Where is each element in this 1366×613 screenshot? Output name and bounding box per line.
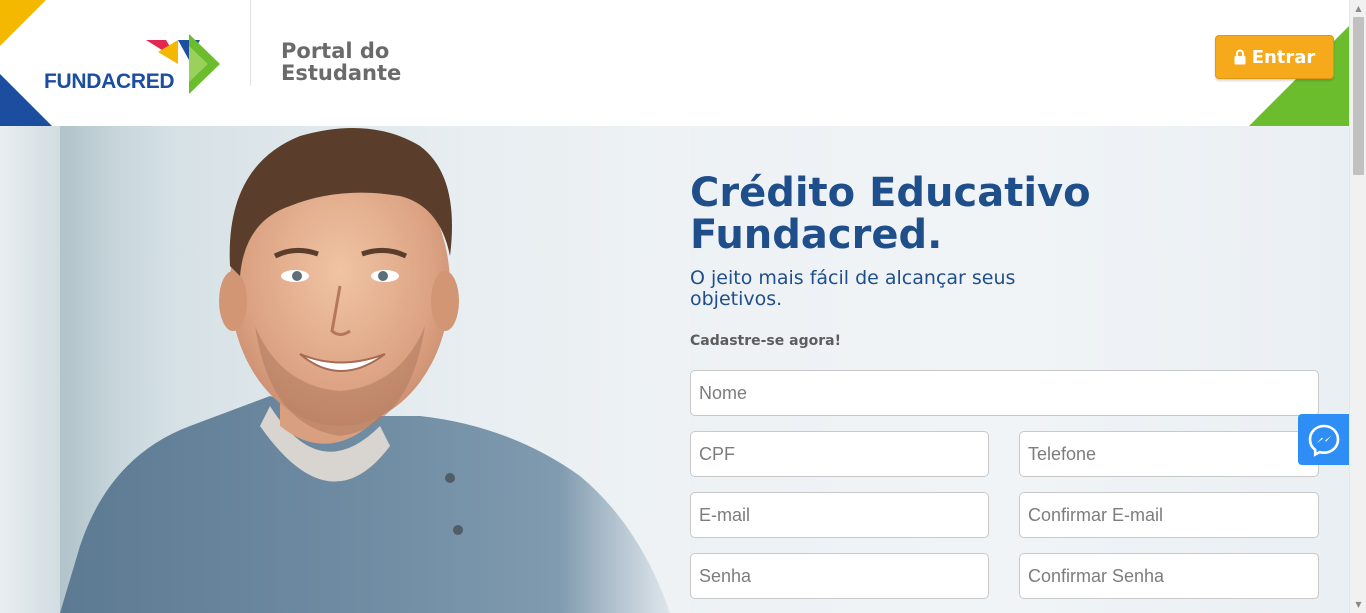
confirm-email-field[interactable] — [1019, 492, 1319, 538]
corner-decoration-yellow — [0, 0, 46, 46]
email-field[interactable] — [690, 492, 989, 538]
telefone-field[interactable] — [1019, 431, 1319, 477]
student-photo — [40, 126, 690, 613]
portal-title: Portal do Estudante — [281, 39, 402, 85]
senha-field[interactable] — [690, 553, 989, 599]
hero-subline: O jeito mais fácil de alcançar seus obje… — [690, 267, 1016, 310]
nome-field[interactable] — [690, 370, 1319, 416]
login-button[interactable]: Entrar — [1215, 35, 1334, 79]
hero-section: Crédito Educativo Fundacred. O jeito mai… — [0, 126, 1349, 613]
page-scrollbar[interactable]: ▲ ▼ — [1349, 0, 1366, 613]
lock-icon — [1234, 49, 1246, 65]
scroll-thumb[interactable] — [1353, 17, 1364, 175]
hero-headline: Crédito Educativo Fundacred. — [690, 170, 1091, 258]
fundacred-logo[interactable]: FUNDACRED — [44, 34, 224, 96]
login-button-label: Entrar — [1251, 46, 1316, 68]
confirm-senha-field[interactable] — [1019, 553, 1319, 599]
site-header: FUNDACRED Portal do Estudante Entrar — [0, 0, 1349, 126]
header-divider — [250, 0, 251, 86]
logo-text: FUNDACRED — [44, 70, 175, 93]
messenger-icon — [1308, 424, 1339, 457]
signup-cta: Cadastre-se agora! — [690, 333, 841, 349]
scroll-down-arrow-icon[interactable]: ▼ — [1350, 596, 1366, 613]
cpf-field[interactable] — [690, 431, 989, 477]
scroll-up-arrow-icon[interactable]: ▲ — [1350, 0, 1366, 17]
messenger-chat-button[interactable] — [1298, 414, 1349, 465]
